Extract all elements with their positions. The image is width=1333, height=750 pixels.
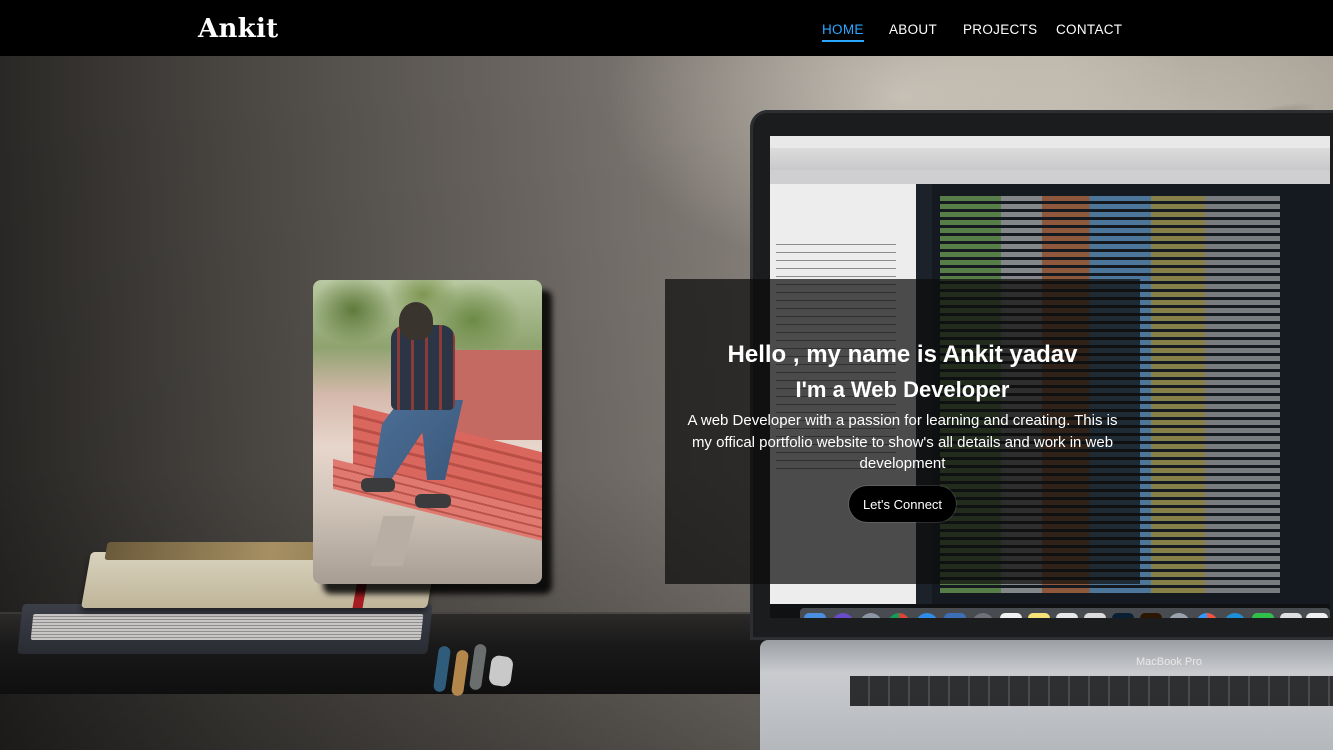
nav-link-contact[interactable]: CONTACT	[1056, 22, 1122, 40]
photoshop-icon: Ps	[1112, 613, 1134, 618]
photo-building	[443, 350, 542, 440]
launchpad-icon	[860, 613, 882, 618]
nav-links: HOME ABOUT PROJECTS CONTACT	[0, 22, 1333, 46]
photos-icon	[944, 613, 966, 618]
pages-icon	[1280, 613, 1302, 618]
pen-blue	[432, 645, 452, 693]
intro-subheading: I'm a Web Developer	[795, 377, 1010, 402]
illustrator-icon: Ai	[1140, 613, 1162, 618]
book-bottom-pages	[30, 614, 424, 640]
intro-heading: Hello , my name is Ankit yadav	[727, 341, 1078, 368]
laptop-keyboard	[850, 676, 1333, 706]
notes-icon	[1028, 613, 1050, 618]
profile-photo	[313, 280, 542, 584]
nav-link-projects[interactable]: PROJECTS	[963, 22, 1037, 40]
siri-icon	[832, 613, 854, 618]
safari-icon	[916, 613, 938, 618]
pen-tan	[450, 649, 470, 697]
photo-person-head	[399, 302, 433, 340]
laptop-dock: Ps Ai	[800, 608, 1330, 618]
laptop-tabs-row	[770, 170, 1330, 184]
navbar: Ankit HOME ABOUT PROJECTS CONTACT	[0, 0, 1333, 56]
settings-icon	[972, 613, 994, 618]
preview-icon	[1084, 613, 1106, 618]
laptop-label: MacBook Pro	[1136, 656, 1203, 668]
chrome-icon	[888, 613, 910, 618]
nav-link-about[interactable]: ABOUT	[889, 22, 937, 40]
photo-shoe-left	[361, 478, 395, 492]
intro-card: Hello , my name is Ankit yadav I'm a Web…	[665, 279, 1140, 584]
photo-bench-leg	[370, 516, 416, 566]
browser-icon	[1224, 613, 1246, 618]
lets-connect-button[interactable]: Let's Connect	[849, 486, 956, 522]
reminders-icon	[1056, 613, 1078, 618]
intro-description: A web Developer with a passion for learn…	[687, 412, 1118, 472]
nav-link-home[interactable]: HOME	[822, 22, 864, 42]
color-wheel-icon	[1196, 613, 1218, 618]
eraser	[488, 654, 514, 688]
numbers-icon	[1306, 613, 1328, 618]
photo-shoe-right	[415, 494, 451, 508]
messages-icon	[1252, 613, 1274, 618]
laptop-menubar	[770, 136, 1330, 148]
finder-icon	[804, 613, 826, 618]
pens	[432, 640, 522, 700]
laptop-toolbar	[770, 148, 1330, 170]
app-icon	[1168, 613, 1190, 618]
pen-grey	[468, 643, 488, 691]
calendar-icon	[1000, 613, 1022, 618]
